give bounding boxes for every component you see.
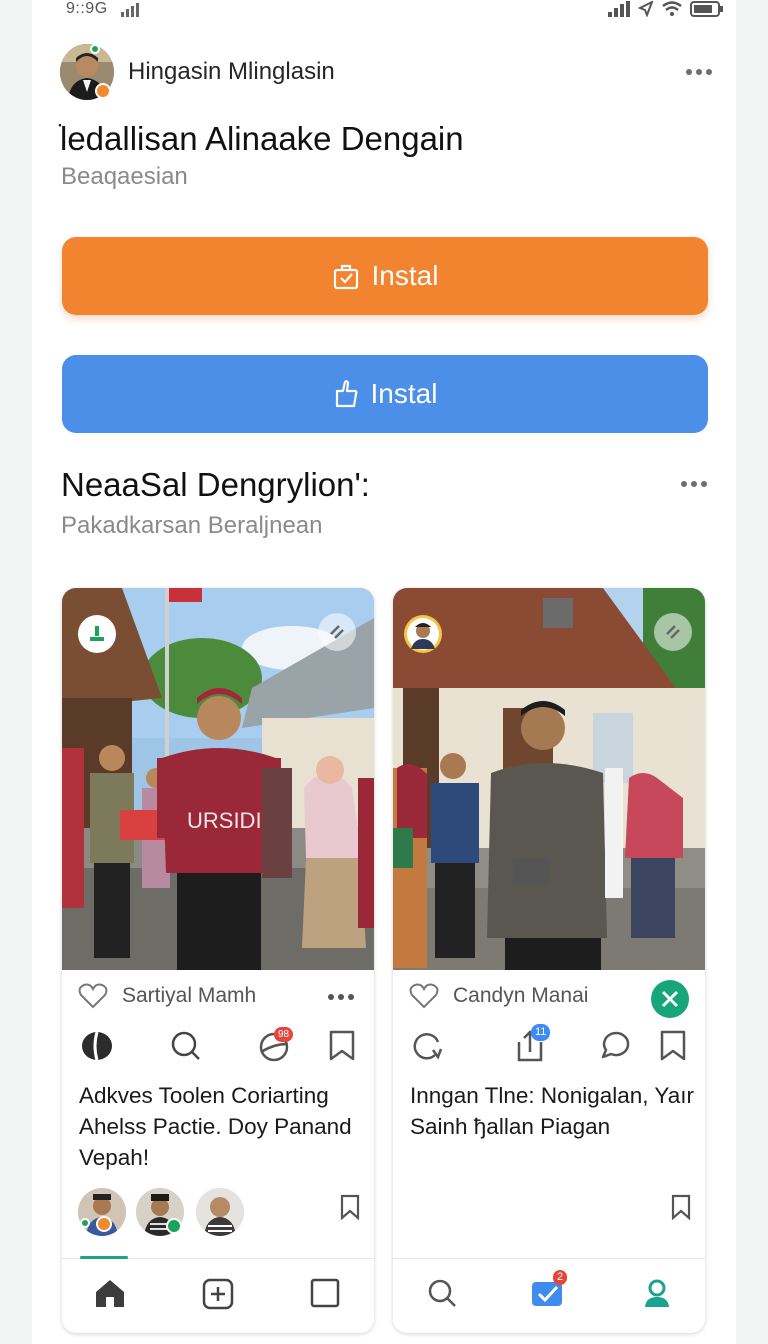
- section-title: NeaaSal Dengrylion':: [61, 466, 370, 503]
- heart-icon[interactable]: [78, 983, 108, 1009]
- battery-icon: [690, 1, 723, 17]
- audio-icon: [666, 625, 680, 639]
- install-primary-button[interactable]: Instal: [62, 237, 708, 315]
- author-badge: [95, 83, 111, 99]
- bag-icon: [333, 264, 358, 290]
- bottom-nav: 2: [393, 1270, 705, 1313]
- more-icon: [686, 69, 692, 75]
- comment-count-badge: 98: [274, 1027, 294, 1042]
- repost-button[interactable]: [411, 1030, 443, 1067]
- nav-search[interactable]: [427, 1278, 457, 1313]
- install-secondary-label: Instal: [370, 378, 438, 409]
- reaction-button[interactable]: [80, 1030, 114, 1067]
- bookmark-icon: [671, 1194, 691, 1221]
- status-icons: [608, 1, 724, 17]
- post-title: ׂledallisan Alinaake Dengain: [60, 120, 464, 157]
- nav-home[interactable]: [94, 1278, 126, 1313]
- repost-icon: [413, 1033, 443, 1060]
- audio-icon: [330, 625, 344, 639]
- install-secondary-button[interactable]: Instal: [62, 355, 708, 433]
- author-name[interactable]: Hingasin Mlinglasin: [128, 58, 335, 86]
- online-status-dot: [166, 1218, 182, 1234]
- save-button[interactable]: [671, 1194, 691, 1225]
- signal-icon: [121, 3, 139, 17]
- search-icon: [428, 1279, 456, 1307]
- add-icon: [202, 1278, 234, 1310]
- close-button[interactable]: [651, 980, 689, 1018]
- online-status-dot: [90, 44, 100, 54]
- more-options-button[interactable]: [686, 69, 712, 75]
- post-card[interactable]: Candyn Manai 11 Inngan Tlne: Nonigalan, …: [393, 588, 705, 1333]
- post-subtitle: Beaqaesian: [61, 163, 188, 190]
- card-username[interactable]: Sartiyal Mamh: [122, 984, 256, 1008]
- share-button[interactable]: 11: [515, 1024, 551, 1067]
- half-circle-icon: [82, 1031, 112, 1061]
- verified-badge[interactable]: [78, 615, 116, 653]
- wifi-icon: [662, 1, 682, 16]
- card-meta: Sartiyal Mamh: [78, 983, 256, 1009]
- signal-icon: [608, 1, 630, 17]
- card-actions: 98: [80, 1027, 360, 1067]
- thumbs-up-icon: [335, 380, 357, 408]
- comment-button[interactable]: [597, 1030, 631, 1067]
- card-text: Inngan Tlne: Nonigalan, Yaır Sainh ђalla…: [410, 1083, 694, 1139]
- location-icon: [638, 1, 654, 17]
- install-primary-label: Instal: [371, 260, 439, 291]
- close-icon: [661, 990, 679, 1008]
- author-mini-avatar[interactable]: [404, 615, 442, 653]
- nav-add[interactable]: [202, 1278, 234, 1315]
- nav-tasks[interactable]: 2: [531, 1270, 568, 1313]
- card-more-button[interactable]: [328, 994, 354, 1000]
- card-text: Adkves Toolen Coriarting Ahelss Pactie. …: [79, 1083, 352, 1170]
- profile-icon: [645, 1279, 669, 1307]
- section-more-button[interactable]: [681, 481, 707, 487]
- bookmark-icon: [660, 1030, 686, 1061]
- status-bar: 9::9G: [0, 0, 768, 22]
- participant-avatar[interactable]: [196, 1188, 244, 1236]
- post-card[interactable]: URSIDIN Sartiyal Mamh 98 Adkves Toolen C…: [62, 588, 374, 1333]
- bookmark-button[interactable]: [328, 1030, 356, 1067]
- heart-icon[interactable]: [409, 983, 439, 1009]
- active-tab-indicator: [80, 1256, 128, 1259]
- status-time: 9::9G: [66, 0, 108, 17]
- bookmark-button[interactable]: [659, 1030, 687, 1067]
- nav-profile[interactable]: [643, 1278, 671, 1313]
- online-status-dot: [80, 1218, 90, 1228]
- bookmark-icon: [329, 1030, 355, 1061]
- chat-icon: [601, 1031, 630, 1059]
- comment-button[interactable]: 98: [258, 1027, 294, 1067]
- share-count-badge: 11: [531, 1024, 551, 1041]
- tasks-badge: 2: [553, 1270, 568, 1285]
- card-actions: 11: [411, 1024, 691, 1067]
- bottom-nav: [62, 1278, 374, 1312]
- nav-square[interactable]: [310, 1278, 340, 1313]
- search-button[interactable]: [170, 1030, 202, 1067]
- more-icon: [681, 481, 687, 487]
- post-photo[interactable]: [393, 588, 705, 970]
- more-icon: [328, 994, 334, 1000]
- square-icon: [310, 1278, 340, 1308]
- mute-button[interactable]: [654, 613, 692, 651]
- card-username[interactable]: Candyn Manai: [453, 984, 588, 1008]
- section-subtitle: Pakadkarsan Beraljnean: [61, 512, 323, 539]
- post-photo[interactable]: URSIDIN: [62, 588, 374, 970]
- participant-status-dot: [96, 1216, 112, 1232]
- person-icon: [90, 626, 104, 641]
- save-button[interactable]: [340, 1194, 360, 1225]
- mute-button[interactable]: [318, 613, 356, 651]
- divider: [393, 1258, 705, 1259]
- bookmark-icon: [340, 1194, 360, 1221]
- card-meta: Candyn Manai: [409, 983, 588, 1009]
- home-icon: [96, 1280, 124, 1307]
- search-icon: [171, 1031, 200, 1060]
